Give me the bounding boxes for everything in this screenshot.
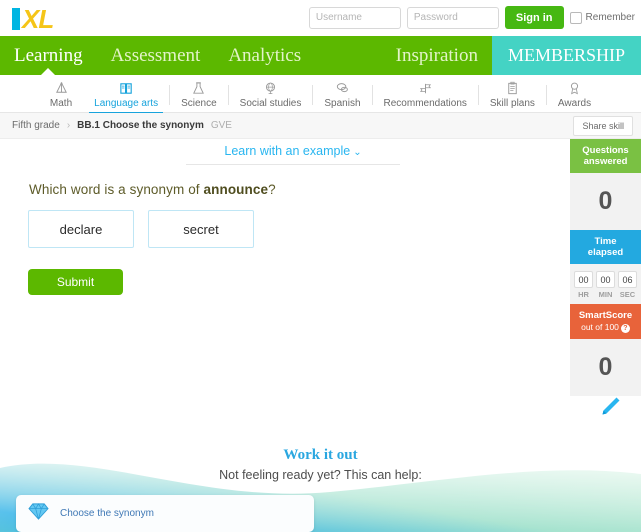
work-it-out-section: Work it out Not feeling ready yet? This … [0, 434, 641, 532]
subject-label: Social studies [239, 97, 302, 109]
pencil-icon[interactable] [597, 394, 623, 425]
login-area: Sign in Remember [308, 6, 635, 29]
nav-item-analytics[interactable]: Analytics [214, 36, 315, 75]
subject-awards[interactable]: Awards [547, 76, 602, 114]
timer-hours: 00 [574, 271, 593, 288]
diamond-icon [28, 502, 49, 526]
remember-checkbox-group[interactable]: Remember [569, 11, 635, 24]
breadcrumb: Fifth grade › BB.1 Choose the synonym GV… [0, 113, 641, 139]
questions-answered-value: 0 [570, 173, 641, 230]
timer-labels: HR MIN SEC [573, 290, 638, 299]
remember-label: Remember [585, 12, 635, 23]
timer-min-label: MIN [598, 290, 613, 299]
learn-with-example-section: Learn with an example ⌄ [186, 142, 400, 165]
chevron-down-icon: ⌄ [353, 147, 362, 158]
question-mark-icon[interactable]: ? [620, 324, 630, 333]
timer-minutes: 00 [596, 271, 615, 288]
logo-xl-text: XL [22, 4, 54, 34]
breadcrumb-skill-code: GVE [210, 120, 232, 131]
smartscore-title: SmartScore [578, 310, 633, 321]
subject-label: Recommendations [383, 97, 467, 109]
nav-item-assessment[interactable]: Assessment [97, 36, 215, 75]
time-elapsed-header: Time elapsed [570, 230, 641, 264]
submit-button[interactable]: Submit [28, 269, 123, 295]
subject-label: Awards [557, 97, 592, 109]
smartscore-subtitle: out of 100 [581, 322, 619, 332]
timer-digits: 00 00 06 [573, 271, 638, 288]
timer-seconds: 06 [618, 271, 637, 288]
subject-label: Language arts [94, 97, 159, 109]
flask-icon [191, 81, 206, 96]
nav-item-learning[interactable]: Learning [0, 36, 97, 75]
timer-sec-label: SEC [619, 290, 636, 299]
subject-bar: Math Language arts Science Social studie… [0, 75, 641, 114]
answer-option-secret[interactable]: secret [148, 210, 254, 248]
remember-checkbox[interactable] [569, 11, 582, 24]
time-elapsed-title-line2: elapsed [587, 247, 624, 258]
open-book-icon [119, 81, 134, 96]
top-bar: XL Sign in Remember [0, 0, 641, 36]
work-it-out-subtitle: Not feeling ready yet? This can help: [219, 468, 422, 482]
subject-math[interactable]: Math [39, 76, 83, 114]
work-it-out-card-label: Choose the synonym [60, 508, 154, 519]
time-elapsed-title-line1: Time [594, 236, 617, 247]
compass-icon [54, 81, 69, 96]
clipboard-icon [505, 81, 520, 96]
signpost-icon [418, 81, 433, 96]
ixl-logo[interactable]: XL [12, 4, 54, 34]
subject-skill-plans[interactable]: Skill plans [479, 76, 546, 114]
answer-options: declare secret [28, 210, 254, 248]
subject-label: Math [49, 97, 73, 109]
breadcrumb-skill: BB.1 Choose the synonym [77, 120, 204, 131]
subject-social-studies[interactable]: Social studies [229, 76, 313, 114]
main-navigation: Learning Assessment Analytics Inspiratio… [0, 36, 641, 75]
timer-display: 00 00 06 HR MIN SEC [570, 264, 641, 304]
work-it-out-title: Work it out [283, 447, 358, 463]
question-text: Which word is a synonym of announce? [29, 182, 276, 197]
nav-item-inspiration[interactable]: Inspiration [382, 36, 492, 75]
answer-option-declare[interactable]: declare [28, 210, 134, 248]
speech-bubble-icon [335, 81, 350, 96]
ribbon-icon [567, 81, 582, 96]
questions-answered-title-line1: Questions [582, 145, 629, 156]
logo-i-mark [12, 8, 20, 30]
divider [186, 164, 400, 165]
subject-science[interactable]: Science [170, 76, 228, 114]
smartscore-header: SmartScore out of 100? [570, 304, 641, 339]
subject-label: Science [181, 97, 217, 109]
practice-content: Learn with an example ⌄ Which word is a s… [0, 139, 641, 434]
question-suffix: ? [268, 182, 276, 197]
breadcrumb-grade[interactable]: Fifth grade [12, 120, 60, 131]
globe-icon [263, 81, 278, 96]
questions-answered-header: Questions answered [570, 139, 641, 173]
question-prefix: Which word is a synonym of [29, 182, 204, 197]
learn-with-example-link[interactable]: Learn with an example ⌄ [224, 144, 361, 164]
subject-spanish[interactable]: Spanish [313, 76, 371, 114]
ixl-practice-page: XL Sign in Remember Learning Assessment … [0, 0, 641, 532]
subject-recommendations[interactable]: Recommendations [373, 76, 478, 114]
nav-item-membership[interactable]: MEMBERSHIP [491, 36, 641, 75]
questions-answered-title-line2: answered [583, 156, 628, 167]
work-it-out-card[interactable]: Choose the synonym [16, 495, 314, 532]
timer-hr-label: HR [578, 290, 589, 299]
smartscore-subtitle-row: out of 100? [572, 322, 639, 333]
sign-in-button[interactable]: Sign in [504, 6, 564, 29]
share-skill-button[interactable]: Share skill [573, 116, 633, 136]
breadcrumb-separator-icon: › [66, 120, 71, 131]
username-input[interactable] [308, 6, 401, 29]
question-target-word: announce [203, 182, 269, 197]
learn-with-example-label: Learn with an example [224, 144, 351, 158]
subject-language-arts[interactable]: Language arts [83, 76, 169, 114]
password-input[interactable] [406, 6, 499, 29]
subject-label: Spanish [324, 97, 361, 109]
smartscore-value: 0 [570, 339, 641, 396]
score-panel: Questions answered 0 Time elapsed 00 00 … [570, 139, 641, 396]
subject-label: Skill plans [489, 97, 535, 109]
